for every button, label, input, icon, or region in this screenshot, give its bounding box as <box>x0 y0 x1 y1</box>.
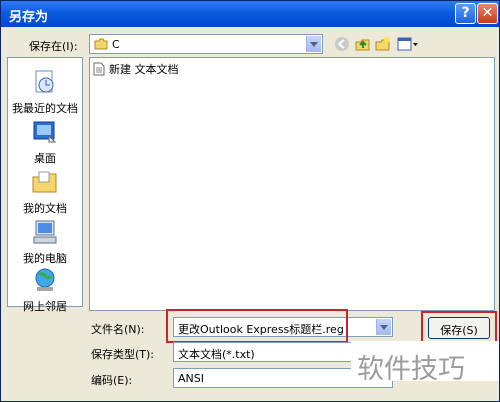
back-icon[interactable] <box>334 36 350 52</box>
place-label: 我的电脑 <box>23 252 67 265</box>
network-places-icon <box>35 268 55 291</box>
encoding-value: ANSI <box>178 372 204 385</box>
encoding-label: 编码(E): <box>91 374 133 387</box>
text-file-icon <box>93 62 105 76</box>
save-as-dialog: 另存为 ? ✕ 保存在(I): C 我最近的文档 桌面 我的文档 我的电脑 网上… <box>0 0 500 402</box>
filetype-label: 保存类型(T): <box>91 348 155 361</box>
window-title: 另存为 <box>9 10 49 25</box>
my-computer-icon <box>33 220 57 244</box>
filetype-value: 文本文档(*.txt) <box>178 348 255 361</box>
new-folder-icon[interactable] <box>375 36 391 52</box>
place-network[interactable]: 网上邻居 <box>8 266 82 314</box>
watermark: 软件技巧 <box>351 341 499 385</box>
place-my-computer[interactable]: 我的电脑 <box>8 218 82 266</box>
file-list[interactable]: 新建 文本文档 <box>89 57 495 311</box>
place-label: 桌面 <box>34 152 56 165</box>
close-button[interactable]: ✕ <box>477 3 498 24</box>
desktop-icon <box>33 121 57 143</box>
places-bar: 我最近的文档 桌面 我的文档 我的电脑 网上邻居 <box>7 57 83 313</box>
my-documents-icon <box>32 171 57 193</box>
chevron-down-icon[interactable] <box>376 319 391 335</box>
save-in-combo[interactable]: C <box>89 34 323 54</box>
file-name: 新建 文本文档 <box>109 63 179 76</box>
title-bar: 另存为 ? ✕ <box>1 1 499 27</box>
save-in-value: C <box>112 38 120 51</box>
filename-label: 文件名(N): <box>91 323 145 336</box>
folder-icon <box>94 38 108 50</box>
place-desktop[interactable]: 桌面 <box>8 118 82 166</box>
highlight-filename <box>166 309 348 343</box>
view-menu-icon[interactable] <box>397 36 419 52</box>
help-button[interactable]: ? <box>455 3 476 24</box>
place-label: 网上邻居 <box>23 300 67 313</box>
chevron-down-icon[interactable] <box>306 36 321 52</box>
place-my-documents[interactable]: 我的文档 <box>8 168 82 216</box>
save-in-label: 保存在(I): <box>29 40 78 53</box>
watermark-text: 软件技巧 <box>357 354 465 385</box>
up-folder-icon[interactable] <box>355 36 371 52</box>
place-recent-documents[interactable]: 我最近的文档 <box>8 68 82 116</box>
place-label: 我的文档 <box>23 202 67 215</box>
recent-documents-icon <box>35 70 54 93</box>
list-item[interactable]: 新建 文本文档 <box>93 61 179 77</box>
place-label: 我最近的文档 <box>12 102 78 115</box>
highlight-save <box>421 311 497 345</box>
